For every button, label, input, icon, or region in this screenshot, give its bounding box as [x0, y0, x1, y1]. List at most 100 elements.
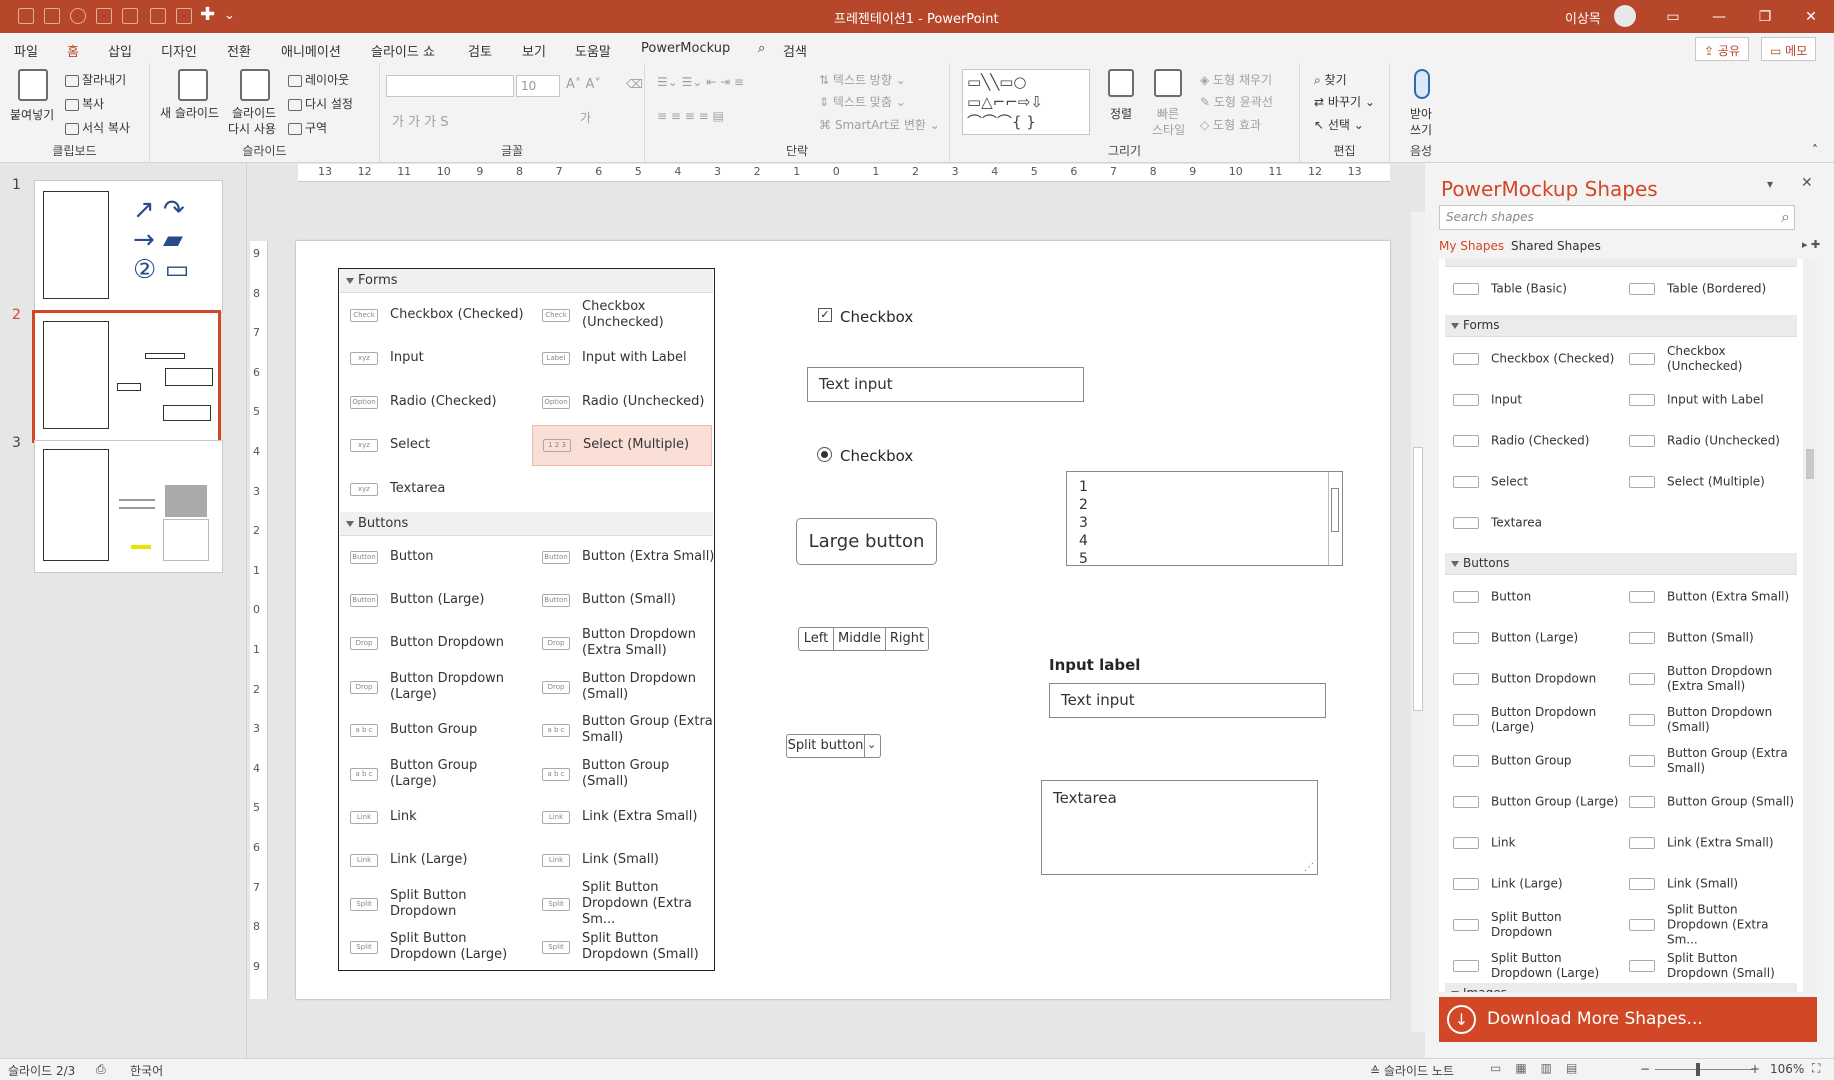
tab-animations[interactable]: 애니메이션 — [281, 41, 341, 60]
listbox-scroll-thumb[interactable] — [1331, 488, 1339, 532]
bullets-button[interactable]: ☰⌄ ☰⌄ ⇤ ⇥ ≡ — [657, 75, 744, 89]
group-left-button[interactable]: Left — [799, 628, 834, 650]
shape-item[interactable]: Link Link (Large) — [340, 840, 520, 881]
shape-item[interactable]: Button Button (Small) — [532, 579, 712, 620]
pane-shape-item[interactable]: Link (Large) — [1445, 864, 1620, 903]
pane-shape-item[interactable]: Input with Label — [1621, 380, 1796, 419]
shape-item[interactable]: Link Link (Extra Small) — [532, 796, 712, 837]
mockup-shapes-panel[interactable]: Forms Check Checkbox (Checked) Check Checkb… — [338, 268, 715, 971]
pane-shape-item[interactable]: Split Button Dropdown (Extra Sm... — [1621, 902, 1796, 946]
pane-scrollbar[interactable] — [1803, 259, 1817, 992]
align-text-button[interactable]: ⇕ 텍스트 맞춤 ⌄ — [819, 93, 906, 110]
table-icon[interactable] — [150, 8, 166, 24]
reuse-slides-line1[interactable]: 슬라이드 — [232, 104, 276, 121]
dictate-line2[interactable]: 쓰기 — [1410, 121, 1432, 138]
pane-shape-item[interactable]: Input — [1445, 380, 1620, 419]
paste-icon[interactable] — [18, 69, 48, 101]
search-icon[interactable]: ⌕ — [758, 41, 765, 56]
format-painter-button[interactable]: 서식 복사 — [65, 119, 130, 136]
reuse-slides-icon[interactable] — [240, 69, 270, 101]
tab-my-shapes[interactable]: My Shapes — [1439, 239, 1504, 253]
shape-item[interactable]: Button Button (Large) — [340, 579, 520, 620]
fill-icon[interactable] — [70, 8, 86, 24]
avatar[interactable] — [1614, 5, 1636, 27]
tab-view[interactable]: 보기 — [522, 41, 546, 60]
tab-help[interactable]: 도움말 — [575, 41, 611, 60]
pane-shape-item[interactable]: Button Dropdown — [1445, 659, 1620, 698]
tab-slideshow[interactable]: 슬라이드 쇼 — [371, 41, 435, 60]
split-button-main[interactable]: Split button — [787, 735, 865, 757]
shape-fill-button[interactable]: ◈ 도형 채우기 — [1200, 71, 1272, 88]
find-button[interactable]: ⌕ 찾기 — [1314, 71, 1347, 88]
memo-button[interactable]: ▭ 메모 — [1761, 37, 1817, 61]
collapse-ribbon-icon[interactable]: ˄ — [1812, 143, 1818, 157]
tab-insert[interactable]: 삽입 — [108, 41, 132, 60]
section-button[interactable]: 구역 — [288, 119, 327, 136]
zoom-slider[interactable] — [1655, 1069, 1753, 1070]
tab-transitions[interactable]: 전환 — [227, 41, 251, 60]
large-button-mock[interactable]: Large button — [796, 518, 937, 565]
quick-styles-icon[interactable] — [1154, 69, 1182, 97]
checkbox-checked-mock[interactable]: ✓ — [818, 308, 832, 322]
labeled-input-mock[interactable]: Text input — [1049, 683, 1326, 718]
pane-shape-item[interactable]: Button Dropdown (Large) — [1445, 700, 1620, 739]
tab-powermockup[interactable]: PowerMockup — [641, 41, 730, 56]
new-slide-icon[interactable] — [178, 69, 208, 101]
replace-button[interactable]: ⇄ 바꾸기 ⌄ — [1314, 93, 1375, 110]
minimize-icon[interactable]: — — [1696, 0, 1742, 33]
notes-button[interactable]: ≙ 슬라이드 노트 — [1370, 1062, 1454, 1079]
quick-styles-line2[interactable]: 스타일 — [1152, 121, 1185, 138]
shape-item[interactable]: Split Split Button Dropdown (Small) — [532, 927, 712, 968]
listbox-item[interactable]: 4 — [1079, 532, 1330, 550]
shape-item[interactable]: Split Split Button Dropdown (Extra Sm... — [532, 880, 712, 927]
forms-section-header[interactable]: Forms — [1445, 315, 1797, 337]
microphone-icon[interactable] — [1414, 69, 1430, 99]
dictate-line1[interactable]: 받아 — [1410, 105, 1432, 122]
shape-item[interactable]: a b c Button Group (Small) — [532, 753, 712, 794]
zoom-level[interactable]: 106% — [1770, 1062, 1804, 1076]
cut-button[interactable]: 잘라내기 — [65, 71, 126, 88]
spelling-icon[interactable]: ⎙ — [96, 1062, 106, 1077]
pane-shape-item[interactable]: Radio (Checked) — [1445, 421, 1620, 460]
group-middle-button[interactable]: Middle — [834, 628, 886, 650]
font-size-field[interactable]: 10 — [516, 75, 560, 97]
grow-font-icon[interactable]: A˄ A˅ — [566, 77, 601, 92]
reset-button[interactable]: 다시 설정 — [288, 95, 353, 112]
pane-shape-item[interactable]: Select — [1445, 462, 1620, 501]
smartart-button[interactable]: ⌘ SmartArt로 변환 ⌄ — [819, 116, 940, 133]
pane-options-icon[interactable]: ▾ — [1767, 177, 1773, 191]
zoom-slider-thumb[interactable] — [1696, 1063, 1700, 1076]
select-button[interactable]: ↖ 선택 ⌄ — [1314, 116, 1364, 133]
pane-shape-item[interactable]: Textarea — [1445, 503, 1620, 542]
shape-item[interactable]: a b c Button Group (Extra Small) — [532, 710, 713, 751]
bullets-icon[interactable] — [96, 8, 112, 24]
pane-shape-item[interactable]: Split Button Dropdown (Small) — [1621, 946, 1796, 985]
shape-item[interactable]: Drop Button Dropdown — [340, 623, 520, 664]
scroll-thumb[interactable] — [1413, 447, 1423, 711]
pane-shape-item[interactable]: Button Group (Large) — [1445, 782, 1620, 821]
listbox-scrollbar[interactable] — [1328, 472, 1342, 565]
pane-shape-item[interactable]: Button Group (Extra Small) — [1621, 741, 1796, 780]
slide-thumb-2[interactable] — [32, 310, 221, 443]
pane-shape-item[interactable]: Button Group (Small) — [1621, 782, 1796, 821]
shape-item[interactable]: a b c Button Group — [340, 710, 520, 751]
chevron-down-icon[interactable]: ⌄ — [867, 738, 876, 751]
radio-checked-mock[interactable] — [817, 447, 832, 462]
shape-item[interactable]: Split Split Button Dropdown (Large) — [340, 927, 520, 968]
shape-item[interactable]: Check Checkbox (Checked) — [340, 294, 524, 336]
search-icon[interactable]: ⌕ — [1781, 207, 1790, 227]
download-more-shapes-button[interactable]: ↓ Download More Shapes... — [1439, 997, 1817, 1042]
shape-item[interactable]: 1 2 3 Select (Multiple) — [532, 424, 712, 466]
add-icon[interactable]: ✚ — [200, 4, 215, 25]
pane-shape-item[interactable]: Radio (Unchecked) — [1621, 421, 1796, 460]
numbering-icon[interactable] — [122, 8, 138, 24]
share-button[interactable]: ⇪ 공유 — [1695, 37, 1749, 61]
pane-shape-item[interactable]: Button Group — [1445, 741, 1620, 780]
pane-shape-item[interactable]: Button (Small) — [1621, 618, 1796, 657]
listbox-item[interactable]: 5 — [1079, 550, 1330, 568]
tab-shared-shapes[interactable]: Shared Shapes — [1511, 239, 1601, 253]
tab-home[interactable]: 홈 — [67, 41, 79, 67]
pane-shape-item[interactable]: Table (Basic) — [1445, 269, 1620, 308]
tab-file[interactable]: 파일 — [14, 41, 38, 60]
listbox-item[interactable]: 3 — [1079, 514, 1330, 532]
